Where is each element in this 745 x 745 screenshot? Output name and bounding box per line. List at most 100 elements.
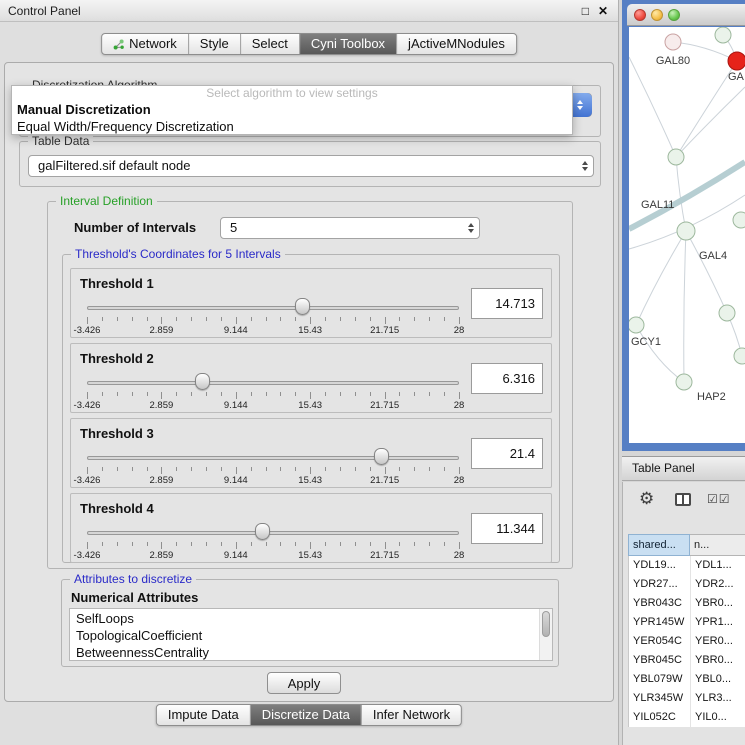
network-node[interactable]	[676, 374, 692, 390]
table-cell[interactable]: YBL0...	[691, 670, 745, 689]
table-cell[interactable]: YDR2...	[691, 575, 745, 594]
table-cell[interactable]: YBR0...	[691, 594, 745, 613]
table-row[interactable]: YLR345WYLR3...	[629, 689, 745, 708]
network-node[interactable]	[733, 212, 745, 228]
network-edge[interactable]	[636, 325, 684, 382]
threshold-4-value-input[interactable]	[471, 513, 543, 544]
column-header-name[interactable]: n...	[690, 534, 745, 556]
slider-tick	[87, 317, 88, 324]
table-cell[interactable]: YPR145W	[629, 613, 691, 632]
threshold-3-value-input[interactable]	[471, 438, 543, 469]
table-row[interactable]: YDL19...YDL1...	[629, 556, 745, 575]
scrollbar-thumb[interactable]	[542, 611, 550, 637]
column-header-shared-name[interactable]: shared...	[628, 534, 690, 556]
network-node[interactable]	[728, 52, 745, 70]
network-edge[interactable]	[686, 231, 727, 313]
table-row[interactable]: YBL079WYBL0...	[629, 670, 745, 689]
tab-impute-data[interactable]: Impute Data	[157, 705, 251, 725]
select-columns-icons[interactable]: ☑☑	[707, 492, 731, 506]
number-of-intervals-combobox[interactable]: 5	[220, 217, 480, 239]
tab-discretize-data[interactable]: Discretize Data	[251, 705, 362, 725]
network-window-titlebar[interactable]	[627, 4, 745, 26]
numerical-attribute-item[interactable]: SelfLoops	[70, 610, 538, 627]
slider-track[interactable]	[87, 381, 459, 385]
slider-thumb[interactable]	[295, 298, 310, 315]
table-cell[interactable]: YIL052C	[629, 708, 691, 727]
minimize-button[interactable]	[651, 9, 663, 21]
network-node[interactable]	[665, 34, 681, 50]
slider-thumb[interactable]	[374, 448, 389, 465]
tab-jactivemnodules[interactable]: jActiveMNodules	[397, 34, 516, 54]
close-window-icon[interactable]: ✕	[598, 4, 608, 18]
network-canvas[interactable]: GAL80GAGAL11GAL4GCY1HAP2	[629, 27, 745, 443]
network-edge[interactable]	[629, 162, 745, 229]
gear-icon[interactable]: ⚙	[639, 489, 654, 509]
network-edge[interactable]	[676, 157, 686, 231]
slider-thumb[interactable]	[255, 523, 270, 540]
network-edge[interactable]	[684, 231, 686, 382]
table-row[interactable]: YIL052CYIL0...	[629, 708, 745, 727]
tab-cyni-toolbox[interactable]: Cyni Toolbox	[300, 34, 397, 54]
slider-tick	[325, 467, 326, 471]
network-node[interactable]	[719, 305, 735, 321]
threshold-4-slider[interactable]: -3.4262.8599.14415.4321.71528	[87, 521, 459, 561]
table-cell[interactable]: YBR0...	[691, 651, 745, 670]
columns-icon[interactable]	[675, 493, 691, 506]
network-node[interactable]	[715, 27, 731, 43]
slider-ticks	[87, 317, 459, 325]
numerical-attribute-item[interactable]: TopologicalCoefficient	[70, 627, 538, 644]
table-cell[interactable]: YBR043C	[629, 594, 691, 613]
table-cell[interactable]: YDL19...	[629, 556, 691, 575]
combobox-stepper[interactable]	[468, 223, 474, 233]
table-cell[interactable]: YBL079W	[629, 670, 691, 689]
list-scrollbar[interactable]	[539, 609, 552, 660]
tab-select[interactable]: Select	[241, 34, 300, 54]
network-edge[interactable]	[629, 57, 676, 157]
zoom-button[interactable]	[668, 9, 680, 21]
table-cell[interactable]: YER054C	[629, 632, 691, 651]
dropdown-option-equal-width-frequency[interactable]: Equal Width/Frequency Discretization	[12, 118, 572, 135]
table-cell[interactable]: YLR3...	[691, 689, 745, 708]
table-cell[interactable]: YER0...	[691, 632, 745, 651]
numerical-attribute-item[interactable]: BetweennessCentrality	[70, 644, 538, 661]
network-node[interactable]	[629, 317, 644, 333]
network-node[interactable]	[677, 222, 695, 240]
network-node[interactable]	[734, 348, 745, 364]
threshold-2-value-input[interactable]	[471, 363, 543, 394]
network-edge[interactable]	[676, 87, 745, 157]
table-cell[interactable]: YDR27...	[629, 575, 691, 594]
slider-track[interactable]	[87, 456, 459, 460]
threshold-2-slider[interactable]: -3.4262.8599.14415.4321.71528	[87, 371, 459, 411]
slider-tick	[325, 317, 326, 321]
apply-button[interactable]: Apply	[267, 672, 341, 694]
table-cell[interactable]: YBR045C	[629, 651, 691, 670]
table-row[interactable]: YPR145WYPR1...	[629, 613, 745, 632]
table-cell[interactable]: YPR1...	[691, 613, 745, 632]
tab-style[interactable]: Style	[189, 34, 241, 54]
threshold-1-slider[interactable]: -3.4262.8599.14415.4321.71528	[87, 296, 459, 336]
threshold-3-slider[interactable]: -3.4262.8599.14415.4321.71528	[87, 446, 459, 486]
table-row[interactable]: YBR043CYBR0...	[629, 594, 745, 613]
table-row[interactable]: YDR27...YDR2...	[629, 575, 745, 594]
table-row[interactable]: YER054CYER0...	[629, 632, 745, 651]
slider-scale-label: 15.43	[298, 475, 322, 486]
combobox-value: 5	[230, 218, 237, 238]
tab-network[interactable]: Network	[102, 34, 189, 54]
numerical-attributes-list[interactable]: SelfLoopsTopologicalCoefficientBetweenne…	[69, 608, 553, 661]
tab-label: Style	[200, 34, 229, 54]
float-window-icon[interactable]: □	[582, 4, 589, 18]
slider-track[interactable]	[87, 531, 459, 535]
tab-infer-network[interactable]: Infer Network	[362, 705, 461, 725]
table-cell[interactable]: YLR345W	[629, 689, 691, 708]
threshold-1-value-input[interactable]	[471, 288, 543, 319]
network-node[interactable]	[668, 149, 684, 165]
slider-track[interactable]	[87, 306, 459, 310]
table-cell[interactable]: YDL1...	[691, 556, 745, 575]
table-cell[interactable]: YIL0...	[691, 708, 745, 727]
dropdown-option-manual-discretization[interactable]: Manual Discretization	[12, 101, 572, 118]
table-data-combobox[interactable]: galFiltered.sif default node	[28, 155, 594, 177]
table-row[interactable]: YBR045CYBR0...	[629, 651, 745, 670]
close-button[interactable]	[634, 9, 646, 21]
slider-thumb[interactable]	[195, 373, 210, 390]
combobox-stepper[interactable]	[582, 161, 588, 171]
